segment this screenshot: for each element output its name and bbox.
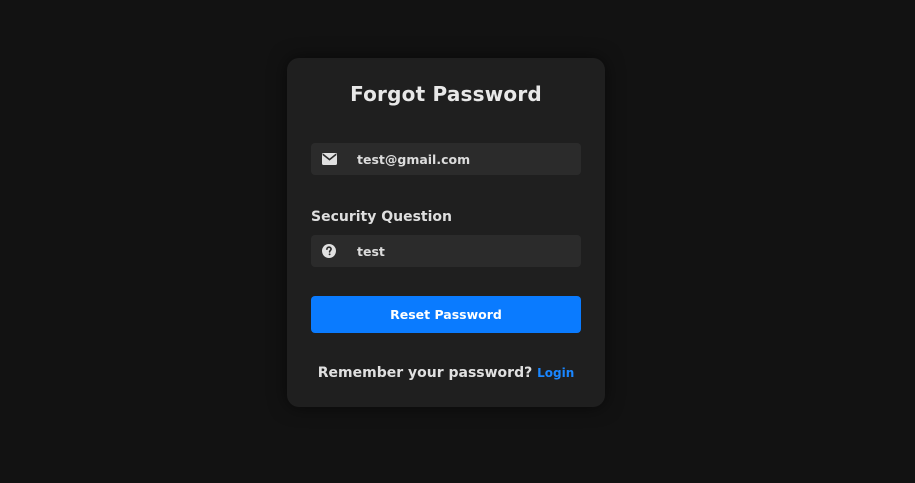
page-title: Forgot Password [350, 82, 542, 106]
email-input[interactable] [347, 144, 581, 174]
security-answer-field-wrapper[interactable] [311, 235, 581, 267]
remember-password-row: Remember your password? Login [287, 365, 605, 381]
question-circle-icon [311, 235, 347, 267]
remember-password-text: Remember your password? [317, 365, 533, 381]
forgot-password-card: Forgot Password Security Question Reset … [287, 58, 605, 407]
security-question-label: Security Question [311, 209, 453, 225]
reset-password-button[interactable]: Reset Password [311, 296, 581, 333]
email-field-wrapper[interactable] [311, 143, 581, 175]
login-link[interactable]: Login [537, 366, 574, 380]
envelope-icon [311, 143, 347, 175]
security-answer-input[interactable] [347, 236, 581, 266]
